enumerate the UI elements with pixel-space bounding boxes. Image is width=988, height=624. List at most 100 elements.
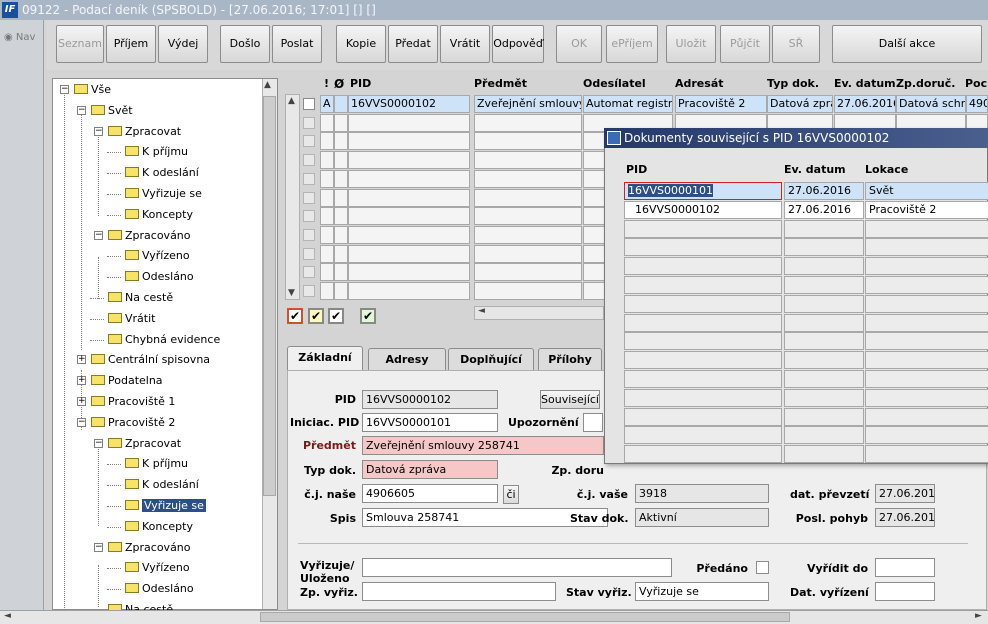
stav-vyriz-field[interactable]: Vyřizuje se [635, 582, 769, 601]
grid-cell[interactable] [348, 244, 470, 263]
grid-cell[interactable] [348, 113, 470, 132]
dialog-column-header-2[interactable]: Lokace [865, 163, 908, 176]
souvisejici-button[interactable]: Související [540, 390, 600, 409]
grid-cell[interactable] [348, 282, 470, 300]
row-checkbox[interactable] [303, 191, 315, 204]
grid-cell[interactable] [334, 169, 348, 188]
toolbar-button-13[interactable]: SŘ [772, 25, 820, 63]
dialog-column-header-0[interactable]: PID [626, 163, 647, 176]
grid-cell[interactable] [320, 244, 334, 263]
zp-vyriz-field[interactable] [362, 582, 556, 601]
grid-cell[interactable] [348, 207, 470, 226]
tree-node[interactable]: Zpracovat [108, 123, 181, 141]
filter-checkbox-white[interactable]: ✔ [328, 308, 344, 324]
grid-cell[interactable]: Datová schrá [896, 95, 966, 113]
grid-header-3[interactable]: Odesílatel [583, 77, 646, 90]
dialog-cell[interactable] [865, 257, 988, 276]
dialog-cell[interactable] [865, 332, 988, 351]
tree-node[interactable]: Vyřizuje se [125, 497, 206, 515]
predmet-field[interactable]: Zveřejnění smlouvy 258741 [362, 436, 604, 455]
tab-3[interactable]: Přílohy [538, 348, 602, 370]
row-checkbox[interactable] [303, 285, 315, 297]
tree-node[interactable]: Odesláno [125, 580, 194, 598]
tree-node[interactable]: Pracoviště 2 [91, 414, 175, 432]
row-checkbox[interactable] [303, 154, 315, 167]
row-checkbox[interactable] [303, 98, 315, 110]
dialog-cell[interactable] [784, 332, 864, 351]
grid-scroll-up-icon[interactable]: ▲ [288, 96, 295, 106]
grid-header-7[interactable]: Zp.doruč. [896, 77, 955, 90]
tree-scroll-up-icon[interactable]: ▲ [264, 80, 271, 90]
grid-cell[interactable]: 490 [966, 95, 988, 113]
dialog-cell[interactable] [624, 407, 782, 426]
dialog-cell[interactable] [624, 332, 782, 351]
tree-node[interactable]: Zpracováno [108, 539, 191, 557]
toolbar-button-4[interactable]: Poslat [272, 25, 322, 63]
dialog-cell[interactable]: 27.06.2016 [784, 200, 864, 219]
dialog-cell[interactable] [624, 388, 782, 407]
filter-checkbox-red[interactable]: ✔ [287, 308, 303, 324]
tree-node[interactable]: K odeslání [125, 476, 199, 494]
grid-header-4[interactable]: Adresát [675, 77, 724, 90]
nav-toggle[interactable]: ◉ Nav [4, 32, 35, 43]
tree-node[interactable]: Odesláno [125, 268, 194, 286]
grid-cell[interactable] [474, 113, 582, 132]
dialog-cell[interactable] [624, 426, 782, 445]
grid-cell[interactable] [334, 113, 348, 132]
grid-header-6[interactable]: Ev. datum [834, 77, 896, 90]
tree-toggle-collapse-icon[interactable]: − [94, 126, 103, 136]
grid-header-8[interactable]: Poc [965, 77, 987, 90]
toolbar-button-12[interactable]: Půjčit [720, 25, 770, 63]
dialog-column-header-1[interactable]: Ev. datum [784, 163, 846, 176]
posl-pohyb-field[interactable]: 27.06.2016 [875, 508, 935, 527]
grid-scroll-down-icon[interactable]: ▼ [288, 288, 295, 298]
dialog-cell[interactable] [865, 370, 988, 388]
dialog-cell[interactable] [865, 276, 988, 294]
tree-node[interactable]: K odeslání [125, 164, 199, 182]
dialog-cell[interactable] [784, 257, 864, 276]
tree-node[interactable]: Podatelna [91, 372, 163, 390]
tree-node[interactable]: K příjmu [125, 143, 188, 161]
grid-cell[interactable] [334, 207, 348, 226]
toolbar-button-1[interactable]: Příjem [106, 25, 156, 63]
grid-cell[interactable] [348, 188, 470, 207]
grid-scrollbar[interactable] [285, 94, 300, 300]
tree-scroll-thumb[interactable] [263, 96, 276, 496]
grid-cell[interactable]: Pracoviště 2 [675, 95, 767, 113]
tree-toggle-collapse-icon[interactable]: − [94, 230, 103, 240]
grid-cell[interactable]: Automat registru s [583, 95, 673, 113]
grid-cell[interactable] [348, 263, 470, 282]
tree-node[interactable]: Vrátit [108, 310, 155, 328]
tree-node[interactable]: Koncepty [125, 206, 193, 224]
tree-node[interactable]: K příjmu [125, 455, 188, 473]
row-checkbox[interactable] [303, 172, 315, 185]
grid-cell[interactable] [320, 207, 334, 226]
grid-cell[interactable] [334, 132, 348, 151]
dialog-cell[interactable]: 27.06.2016 [784, 182, 864, 200]
dialog-cell[interactable] [624, 219, 782, 238]
grid-cell[interactable] [474, 151, 582, 170]
grid-cell[interactable] [474, 169, 582, 188]
grid-cell[interactable] [320, 282, 334, 300]
tree-node[interactable]: Vše [74, 81, 111, 99]
grid-cell[interactable]: 16VVS0000102 [348, 95, 470, 113]
grid-cell[interactable] [474, 207, 582, 226]
grid-cell[interactable] [334, 263, 348, 282]
dialog-cell[interactable] [784, 294, 864, 313]
grid-cell[interactable]: Zveřejnění smlouvy 25 [474, 95, 582, 113]
dialog-cell[interactable] [865, 238, 988, 257]
tree-node[interactable]: Vyřízeno [125, 559, 190, 577]
tree-node[interactable]: Zpracováno [108, 227, 191, 245]
pid-field[interactable]: 16VVS0000102 [362, 390, 498, 409]
row-checkbox[interactable] [303, 247, 315, 260]
dialog-cell[interactable] [865, 407, 988, 426]
dialog-cell[interactable] [624, 370, 782, 388]
grid-header-2[interactable]: Předmět [474, 77, 527, 90]
dialog-cell[interactable] [784, 351, 864, 370]
grid-cell[interactable] [334, 188, 348, 207]
dialog-cell[interactable] [784, 370, 864, 388]
dialog-cell[interactable] [784, 219, 864, 238]
toolbar-button-10[interactable]: ePříjem [606, 25, 658, 63]
tree-toggle-collapse-icon[interactable]: − [77, 105, 86, 115]
toolbar-button-0[interactable]: Seznam [56, 25, 104, 63]
